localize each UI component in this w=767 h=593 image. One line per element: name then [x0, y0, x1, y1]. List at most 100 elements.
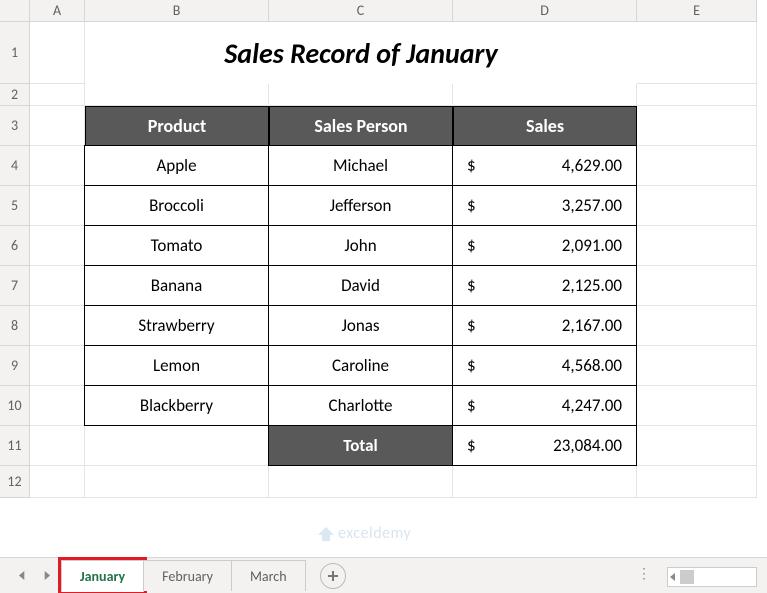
- table-cell-sales[interactable]: $2,167.00: [452, 305, 637, 346]
- cell-A10[interactable]: [30, 386, 85, 426]
- cell-A3[interactable]: [30, 106, 85, 146]
- row-header-1[interactable]: 1: [0, 22, 30, 84]
- cell-C2[interactable]: [269, 84, 453, 106]
- table-cell-product[interactable]: Apple: [84, 145, 269, 186]
- row-header-5[interactable]: 5: [0, 186, 30, 226]
- cell-B2[interactable]: [85, 84, 269, 106]
- total-label-cell[interactable]: Total: [268, 425, 453, 466]
- cell-E3[interactable]: [637, 106, 757, 146]
- col-header-E[interactable]: E: [637, 0, 757, 22]
- cell-C12[interactable]: [269, 466, 453, 498]
- horizontal-scrollbar[interactable]: [667, 567, 757, 587]
- table-cell-sales[interactable]: $4,247.00: [452, 385, 637, 426]
- cell-A7[interactable]: [30, 266, 85, 306]
- tab-march[interactable]: March: [231, 560, 306, 591]
- row-header-2[interactable]: 2: [0, 84, 30, 106]
- row-header-6[interactable]: 6: [0, 226, 30, 266]
- table-cell-product[interactable]: Blackberry: [84, 385, 269, 426]
- cell-E8[interactable]: [637, 306, 757, 346]
- table-header-person[interactable]: Sales Person: [269, 106, 453, 146]
- col-header-C[interactable]: C: [269, 0, 453, 22]
- currency-symbol: $: [467, 355, 478, 376]
- scroll-left-icon: [668, 572, 678, 582]
- table-cell-sales[interactable]: $2,125.00: [452, 265, 637, 306]
- cell-E1[interactable]: [637, 22, 757, 84]
- row-header-4[interactable]: 4: [0, 146, 30, 186]
- currency-symbol: $: [467, 155, 478, 176]
- tab-january[interactable]: January: [61, 560, 144, 592]
- cell-A9[interactable]: [30, 346, 85, 386]
- row-header-8[interactable]: 8: [0, 306, 30, 346]
- table-cell-sales[interactable]: $2,091.00: [452, 225, 637, 266]
- cell-A8[interactable]: [30, 306, 85, 346]
- table-cell-product[interactable]: Broccoli: [84, 185, 269, 226]
- cell-A2[interactable]: [30, 84, 85, 106]
- row-header-12[interactable]: 12: [0, 466, 30, 498]
- table-cell-sales[interactable]: $4,568.00: [452, 345, 637, 386]
- table-cell-product[interactable]: Strawberry: [84, 305, 269, 346]
- sales-value: 4,247.00: [478, 395, 622, 416]
- table-cell-person[interactable]: Caroline: [268, 345, 453, 386]
- table-cell-person[interactable]: David: [268, 265, 453, 306]
- cell-E12[interactable]: [637, 466, 757, 498]
- col-header-A[interactable]: A: [30, 0, 85, 22]
- cell-E11[interactable]: [637, 426, 757, 466]
- table-header-sales[interactable]: Sales: [453, 106, 637, 146]
- row-header-9[interactable]: 9: [0, 346, 30, 386]
- table-cell-product[interactable]: Tomato: [84, 225, 269, 266]
- row-header-3[interactable]: 3: [0, 106, 30, 146]
- currency-symbol: $: [467, 435, 478, 456]
- sales-value: 2,167.00: [478, 315, 622, 336]
- row-header-7[interactable]: 7: [0, 266, 30, 306]
- scrollbar-thumb[interactable]: [680, 570, 694, 584]
- page-title[interactable]: Sales Record of January: [85, 22, 637, 84]
- currency-symbol: $: [467, 275, 478, 296]
- sales-value: 4,629.00: [478, 155, 622, 176]
- table-cell-person[interactable]: Jefferson: [268, 185, 453, 226]
- row-header-11[interactable]: 11: [0, 426, 30, 466]
- table-cell-person[interactable]: Jonas: [268, 305, 453, 346]
- currency-symbol: $: [467, 395, 478, 416]
- table-header-product[interactable]: Product: [85, 106, 269, 146]
- watermark-text: exceldemy: [338, 524, 411, 543]
- cell-B11[interactable]: [85, 426, 269, 466]
- cell-E10[interactable]: [637, 386, 757, 426]
- col-header-D[interactable]: D: [453, 0, 637, 22]
- table-cell-product[interactable]: Lemon: [84, 345, 269, 386]
- select-all-corner[interactable]: [0, 0, 30, 22]
- tab-overflow-icon[interactable]: ⋮: [637, 565, 653, 582]
- prev-sheet-icon[interactable]: [14, 568, 30, 584]
- tab-february[interactable]: February: [143, 560, 232, 591]
- cell-E4[interactable]: [637, 146, 757, 186]
- cell-E5[interactable]: [637, 186, 757, 226]
- plus-icon: [327, 570, 339, 582]
- cell-A12[interactable]: [30, 466, 85, 498]
- row-header-10[interactable]: 10: [0, 386, 30, 426]
- cell-A5[interactable]: [30, 186, 85, 226]
- table-cell-person[interactable]: John: [268, 225, 453, 266]
- table-cell-sales[interactable]: $3,257.00: [452, 185, 637, 226]
- table-cell-person[interactable]: Michael: [268, 145, 453, 186]
- cell-D2[interactable]: [453, 84, 637, 106]
- cell-E6[interactable]: [637, 226, 757, 266]
- cell-B12[interactable]: [85, 466, 269, 498]
- table-cell-product[interactable]: Banana: [84, 265, 269, 306]
- col-header-B[interactable]: B: [85, 0, 269, 22]
- total-value: 23,084.00: [478, 435, 622, 456]
- cell-A4[interactable]: [30, 146, 85, 186]
- cell-A11[interactable]: [30, 426, 85, 466]
- table-cell-person[interactable]: Charlotte: [268, 385, 453, 426]
- cell-E9[interactable]: [637, 346, 757, 386]
- currency-symbol: $: [467, 235, 478, 256]
- cell-A1[interactable]: [30, 22, 85, 84]
- cell-E7[interactable]: [637, 266, 757, 306]
- sales-value: 3,257.00: [478, 195, 622, 216]
- cell-E2[interactable]: [637, 84, 757, 106]
- table-cell-sales[interactable]: $4,629.00: [452, 145, 637, 186]
- currency-symbol: $: [467, 315, 478, 336]
- add-sheet-button[interactable]: [320, 563, 346, 589]
- cell-A6[interactable]: [30, 226, 85, 266]
- cell-D12[interactable]: [453, 466, 637, 498]
- next-sheet-icon[interactable]: [38, 568, 54, 584]
- total-value-cell[interactable]: $23,084.00: [452, 425, 637, 466]
